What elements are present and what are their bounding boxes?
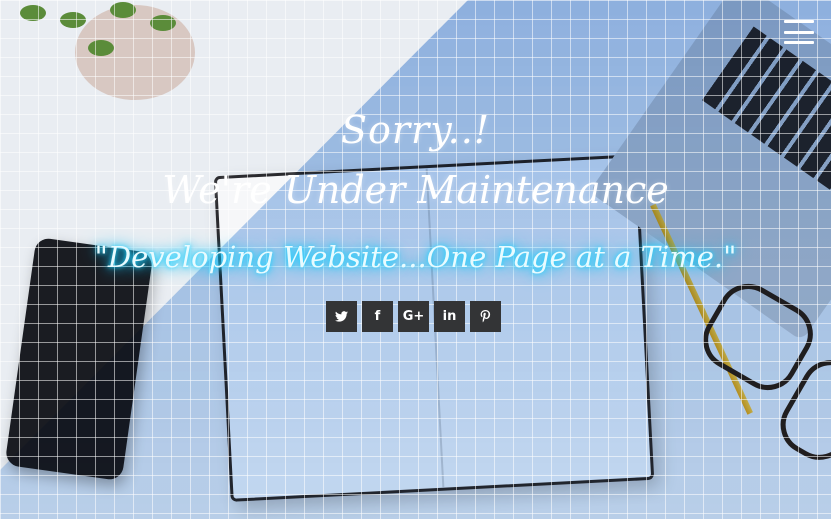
tagline: "Developing Website...One Page at a Time… [94, 240, 737, 274]
linkedin-icon[interactable]: in [434, 301, 465, 332]
google-plus-icon[interactable]: G+ [398, 301, 429, 332]
hamburger-menu-icon[interactable] [784, 20, 814, 44]
pinterest-icon[interactable] [470, 301, 501, 332]
facebook-icon[interactable]: f [362, 301, 393, 332]
twitter-icon[interactable] [326, 301, 357, 332]
social-links: f G+ in [326, 301, 501, 332]
heading-maintenance: We're Under Maintenance [162, 168, 669, 212]
heading-sorry: Sorry..! [340, 108, 491, 152]
